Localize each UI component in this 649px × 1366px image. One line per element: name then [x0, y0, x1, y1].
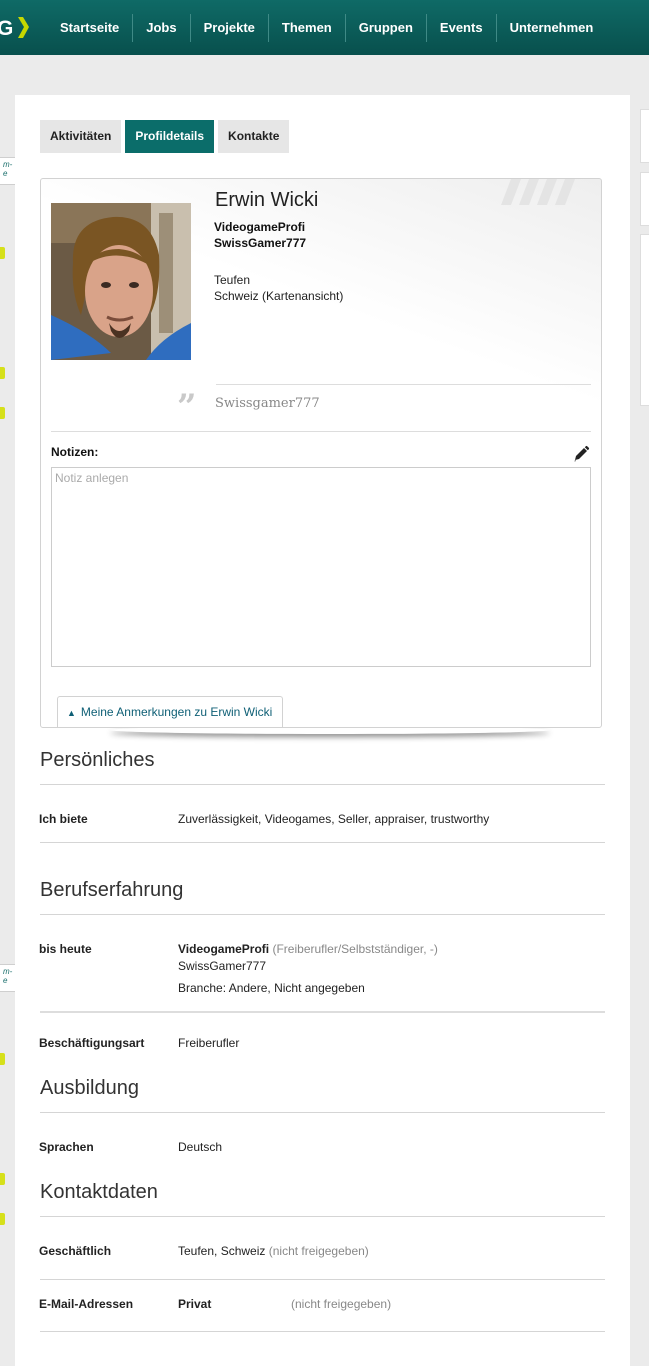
chevron-up-icon: ▲: [67, 708, 76, 718]
section-heading-education: Ausbildung: [40, 1077, 139, 1099]
quote-icon: ”: [177, 387, 197, 427]
nav-projekte[interactable]: Projekte: [189, 14, 268, 42]
profile-tabs: Aktivitäten Profildetails Kontakte: [40, 120, 290, 153]
profile-city: Teufen: [214, 273, 251, 287]
nav-jobs[interactable]: Jobs: [132, 14, 189, 42]
section-divider: [40, 1216, 605, 1217]
section-divider: [40, 784, 605, 785]
section-heading-contact: Kontaktdaten: [40, 1181, 158, 1203]
left-edge-tag: [0, 407, 5, 419]
experience-job-title: VideogameProfi: [178, 942, 270, 956]
profile-quote: Swissgamer777: [215, 396, 320, 411]
nav-events[interactable]: Events: [425, 14, 496, 42]
top-nav-bar: G Startseite Jobs Projekte Themen Gruppe…: [0, 0, 649, 55]
business-visibility-note: (nicht freigegeben): [268, 1244, 369, 1258]
xing-logo-icon[interactable]: G: [0, 14, 34, 40]
experience-title-line: VideogameProfi (Freiberufler/Selbstständ…: [178, 942, 438, 956]
left-edge-tag: [0, 1173, 5, 1185]
employment-type-label: Beschäftigungsart: [39, 1036, 145, 1050]
row-divider: [40, 842, 605, 843]
notes-label: Notizen:: [51, 445, 99, 459]
pencil-edit-icon[interactable]: [572, 445, 590, 463]
quote-divider: [216, 384, 591, 385]
profile-photo[interactable]: [51, 203, 191, 360]
email-visibility-note: (nicht freigegeben): [291, 1297, 392, 1311]
offer-value: Zuverlässigkeit, Videogames, Seller, app…: [178, 812, 490, 826]
left-edge-tag: [0, 1213, 5, 1225]
profile-name: Erwin Wicki: [215, 189, 319, 211]
row-divider: [40, 1011, 605, 1013]
section-heading-experience: Berufserfahrung: [40, 879, 184, 901]
profile-country-map-link[interactable]: Schweiz (Kartenansicht): [214, 289, 343, 303]
nav-unternehmen[interactable]: Unternehmen: [495, 14, 607, 42]
tab-aktivitaeten[interactable]: Aktivitäten: [40, 120, 122, 153]
languages-value: Deutsch: [178, 1140, 223, 1154]
tab-kontakte[interactable]: Kontakte: [218, 120, 290, 153]
notes-toggle-button[interactable]: ▲ Meine Anmerkungen zu Erwin Wicki: [57, 696, 284, 727]
section-divider: [40, 914, 605, 915]
experience-company[interactable]: SwissGamer777: [178, 959, 266, 973]
right-sidebar-card: [640, 172, 649, 226]
section-heading-personal: Persönliches: [40, 749, 155, 771]
left-edge-tag: [0, 367, 5, 379]
profile-job-title: VideogameProfi: [214, 220, 306, 234]
profile-panel: Aktivitäten Profildetails Kontakte Erwin…: [15, 95, 630, 1366]
experience-industry: Branche: Andere, Nicht angegeben: [178, 981, 365, 995]
notes-textarea[interactable]: [51, 467, 591, 667]
right-sidebar-card: [640, 109, 649, 163]
left-edge-tag: [0, 247, 5, 259]
row-divider: [40, 1279, 605, 1280]
notes-toggle-label: Meine Anmerkungen zu Erwin Wicki: [80, 705, 273, 719]
tab-profildetails[interactable]: Profildetails: [125, 120, 215, 153]
nav-themen[interactable]: Themen: [267, 14, 345, 42]
svg-text:G: G: [0, 17, 13, 40]
business-location: Teufen, Schweiz: [178, 1244, 266, 1258]
email-label: E-Mail-Adressen: [39, 1297, 134, 1311]
employment-type-value: Freiberufler: [178, 1036, 240, 1050]
experience-job-type: (Freiberufler/Selbstständiger, -): [272, 942, 438, 956]
card-divider: [51, 431, 591, 432]
offer-label: Ich biete: [39, 812, 88, 826]
email-kind: Privat: [178, 1297, 212, 1311]
languages-label: Sprachen: [39, 1140, 94, 1154]
profile-card: Erwin Wicki VideogameProfi SwissGamer777…: [40, 178, 602, 728]
nav-gruppen[interactable]: Gruppen: [344, 14, 426, 42]
profile-company[interactable]: SwissGamer777: [214, 236, 306, 250]
row-divider: [40, 1331, 605, 1332]
business-contact-label: Geschäftlich: [39, 1244, 112, 1258]
section-divider: [40, 1112, 605, 1113]
decorative-stripes-icon: [501, 179, 575, 205]
experience-period: bis heute: [39, 942, 92, 956]
left-edge-tag: [0, 1053, 5, 1065]
business-contact-value: Teufen, Schweiz (nicht freigegeben): [178, 1244, 369, 1258]
nav-startseite[interactable]: Startseite: [47, 14, 132, 42]
right-sidebar-card: [640, 234, 649, 406]
main-nav: Startseite Jobs Projekte Themen Gruppen …: [47, 14, 606, 42]
